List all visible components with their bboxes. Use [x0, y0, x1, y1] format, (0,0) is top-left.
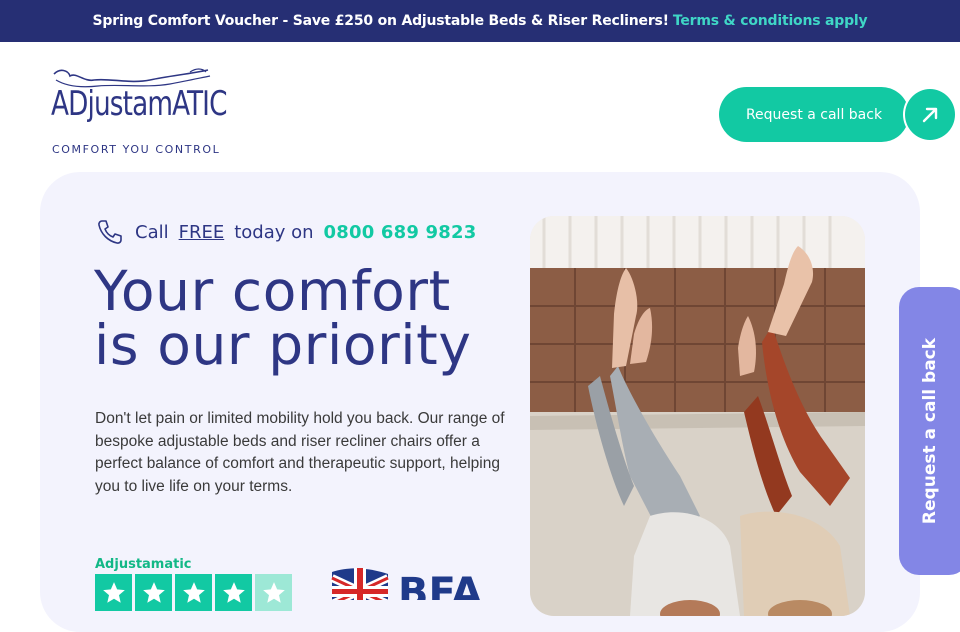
logo-tagline: COMFORT YOU CONTROL	[52, 143, 221, 156]
side-request-call-back-tab[interactable]: Request a call back	[899, 287, 960, 575]
phone-icon	[98, 220, 122, 244]
request-call-back-button[interactable]: Request a call back	[719, 87, 909, 142]
headline-line-1: Your comfort	[94, 259, 451, 323]
adjustamatic-logo[interactable]: ADjustamATIC COMFORT YOU CONTROL	[50, 66, 227, 158]
star-icon	[175, 574, 212, 611]
star-icon	[95, 574, 132, 611]
call-mid: today on	[234, 221, 314, 243]
call-line: Call FREE today on 0800 689 9823	[96, 217, 476, 247]
terms-link[interactable]: Terms & conditions apply	[673, 13, 868, 29]
half-star-icon	[255, 574, 292, 611]
side-tab-label: Request a call back	[920, 337, 940, 525]
trustpilot-stars[interactable]	[95, 574, 292, 611]
hero-body-text: Don't let pain or limited mobility hold …	[95, 410, 505, 495]
hero-photo	[530, 216, 865, 616]
call-prefix: Call	[135, 221, 169, 243]
hero-headline: Your comfort is our priority	[94, 259, 514, 377]
trustpilot-name: Adjustamatic	[95, 557, 192, 572]
arrow-up-right-icon[interactable]	[903, 87, 957, 142]
logo-wordmark: ADjustamATIC	[51, 84, 227, 124]
bfa-logo: BFA	[330, 564, 490, 600]
union-flag-icon: BFA	[330, 568, 482, 600]
star-icon	[135, 574, 172, 611]
phone-number-link[interactable]: 0800 689 9823	[324, 222, 477, 243]
headline-line-2: is our priority	[94, 313, 472, 377]
bfa-text: BFA	[398, 570, 482, 600]
promo-text: Spring Comfort Voucher - Save £250 on Ad…	[92, 13, 670, 29]
promo-bar: Spring Comfort Voucher - Save £250 on Ad…	[0, 0, 960, 42]
star-icon	[215, 574, 252, 611]
request-call-back-label: Request a call back	[745, 106, 883, 123]
call-free: FREE	[178, 221, 225, 243]
